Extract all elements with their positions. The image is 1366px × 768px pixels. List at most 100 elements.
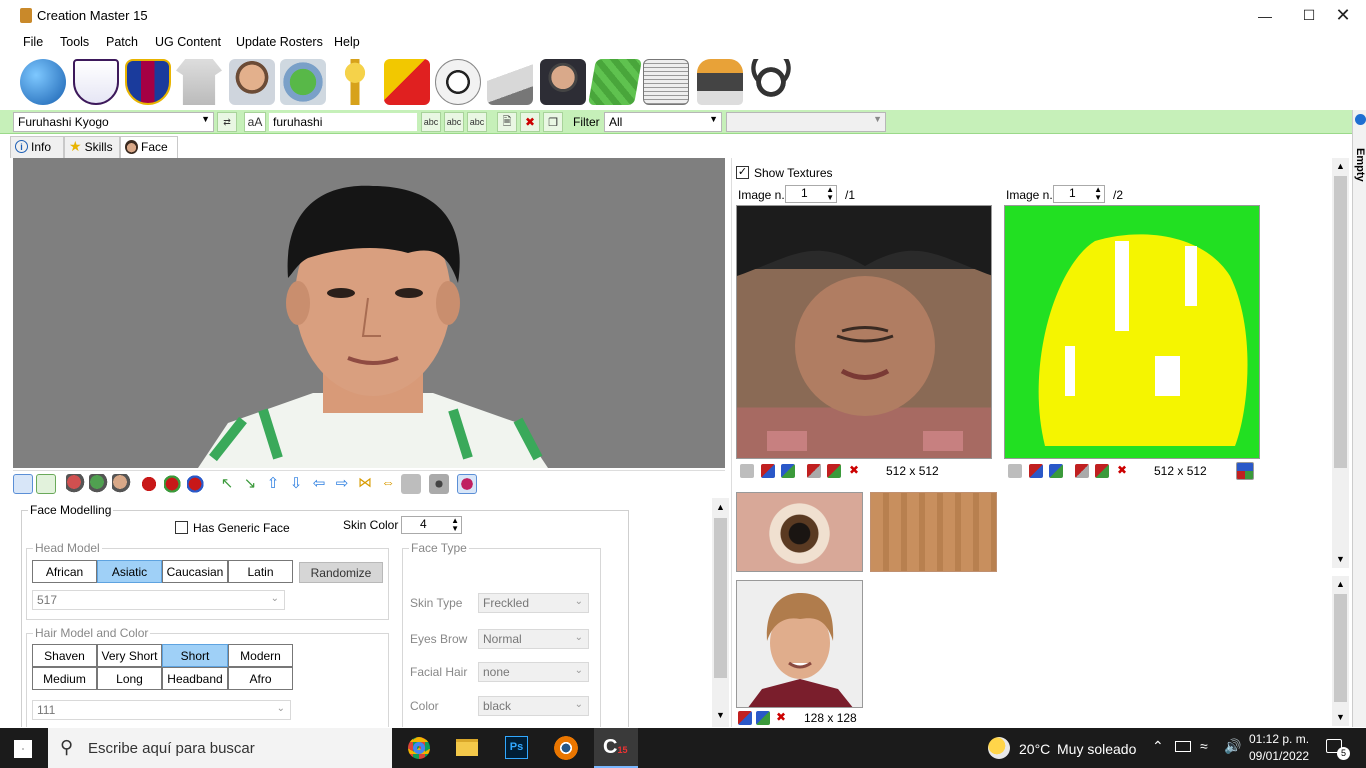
hair-afro-button[interactable]: Afro (228, 667, 293, 690)
left-image-stepper[interactable]: 1 ▲ ▼ (785, 185, 837, 203)
arrow-right-icon[interactable]: ⇨ (332, 474, 352, 494)
start-icon[interactable] (14, 740, 32, 758)
scroll-up-icon[interactable]: ▲ (1336, 579, 1345, 589)
extra-select[interactable]: ▼ (726, 112, 886, 132)
clock-time[interactable]: 01:12 p. m. (1249, 732, 1309, 746)
menu-patch[interactable]: Patch (106, 35, 138, 49)
delete-item-icon[interactable]: ✖ (520, 112, 540, 132)
head-model-select[interactable]: 517 ⌄ (32, 590, 285, 610)
arrow-left-icon[interactable]: ⇦ (309, 474, 329, 494)
view-model-icon[interactable] (457, 474, 477, 494)
scroll-up-icon[interactable]: ▲ (716, 502, 725, 512)
cards-icon[interactable] (384, 59, 430, 105)
menu-update-rosters[interactable]: Update Rosters (236, 35, 323, 49)
skin-color-stepper[interactable]: 4 ▲ ▼ (401, 516, 462, 534)
eye-icon[interactable] (13, 474, 33, 494)
barcelona-crest-icon[interactable] (125, 59, 171, 105)
face-3d-viewport[interactable] (13, 158, 725, 468)
player-portrait-image[interactable] (736, 580, 863, 708)
face-texture-image[interactable] (736, 205, 992, 459)
eyes-brow-select[interactable]: Normal ⌄ (478, 629, 589, 649)
premier-league-icon[interactable] (73, 59, 119, 105)
hair-very-short-button[interactable]: Very Short (97, 644, 162, 667)
refresh-icon[interactable]: ⇄ (217, 112, 237, 132)
hair-headband-button[interactable]: Headband (162, 667, 228, 690)
export-portrait-icon[interactable] (756, 711, 770, 725)
search-input[interactable]: furuhashi (268, 112, 418, 132)
hair-modern-button[interactable]: Modern (228, 644, 293, 667)
import-hair-alpha-icon[interactable] (1075, 464, 1089, 478)
globe-icon[interactable] (20, 59, 66, 105)
tab-face[interactable]: Face (120, 136, 178, 159)
volume-icon[interactable]: 🔊 (1224, 738, 1241, 755)
arrow-down-icon[interactable]: ⇩ (286, 474, 306, 494)
import-portrait-icon[interactable] (738, 711, 752, 725)
player-face-icon[interactable] (229, 59, 275, 105)
file-explorer-icon[interactable] (456, 739, 478, 756)
headphones-icon[interactable] (748, 59, 794, 105)
arrow-down-right-icon[interactable]: ↘ (240, 474, 260, 494)
filter-select[interactable]: All ▼ (604, 112, 722, 132)
menu-tools[interactable]: Tools (60, 35, 89, 49)
export-hair-texture-icon[interactable] (1049, 464, 1063, 478)
weather-sun-icon[interactable] (988, 737, 1010, 759)
wifi-icon[interactable]: ≈ (1200, 738, 1208, 754)
scroll-down-icon[interactable]: ▼ (716, 710, 725, 720)
head-asiatic-button[interactable]: Asiatic (97, 560, 162, 583)
scroll-thumb[interactable] (1334, 176, 1347, 468)
world-cup-trophy-icon[interactable] (332, 59, 378, 105)
lower-pane-scrollbar[interactable]: ▲ ▼ (712, 498, 729, 727)
head-caucasian-button[interactable]: Caucasian (162, 560, 228, 583)
stadium-icon[interactable] (280, 59, 326, 105)
export-texture-icon[interactable] (781, 464, 795, 478)
arrow-up-icon[interactable]: ⇧ (263, 474, 283, 494)
search-first-icon[interactable]: abc (421, 112, 441, 132)
right-image-stepper[interactable]: 1 ▲ ▼ (1053, 185, 1105, 203)
delete-hair-texture-icon[interactable]: ✖ (1115, 464, 1129, 478)
facial-hair-select[interactable]: none ⌄ (478, 662, 589, 682)
goalkeeper-gloves-icon[interactable] (697, 59, 743, 105)
scroll-down-icon[interactable]: ▼ (1336, 554, 1345, 564)
side-panel[interactable]: Empty (1352, 110, 1366, 727)
battery-icon[interactable] (1175, 741, 1191, 752)
kit-shirt-icon[interactable] (176, 59, 222, 105)
color-picker-icon[interactable] (1236, 462, 1254, 480)
head-export-icon[interactable] (112, 474, 132, 494)
skin-type-select[interactable]: Freckled ⌄ (478, 593, 589, 613)
menu-ug-content[interactable]: UG Content (155, 35, 221, 49)
new-item-icon[interactable]: 🗎 (497, 112, 517, 132)
taskbar-search-box[interactable]: ⚲ Escribe aquí para buscar (48, 728, 392, 768)
hair-model-select[interactable]: 111 ⌄ (32, 700, 291, 720)
tab-info[interactable]: i Info (10, 136, 64, 158)
delete-texture-icon[interactable]: ✖ (847, 464, 861, 478)
case-toggle-button[interactable]: aA (244, 112, 266, 132)
blender-icon[interactable] (554, 736, 578, 760)
show-textures-checkbox[interactable]: ✓ (736, 166, 749, 179)
menu-file[interactable]: File (23, 35, 43, 49)
tab-skills[interactable]: ★ Skills (64, 136, 120, 158)
delete-portrait-icon[interactable]: ✖ (774, 711, 788, 725)
hair-shaven-button[interactable]: Shaven (32, 644, 97, 667)
hair-medium-button[interactable]: Medium (32, 667, 97, 690)
save-texture-icon[interactable] (740, 464, 754, 478)
minimize-button[interactable]: — (1242, 0, 1288, 31)
import-hair-texture-icon[interactable] (1029, 464, 1043, 478)
arrow-up-left-icon[interactable]: ↖ (217, 474, 237, 494)
clock-date[interactable]: 09/01/2022 (1249, 749, 1309, 763)
export-hair-alpha-icon[interactable] (1095, 464, 1109, 478)
photoshop-icon[interactable]: Ps (505, 736, 528, 759)
manager-icon[interactable] (540, 59, 586, 105)
textures-upper-scrollbar[interactable]: ▲ ▼ (1332, 158, 1349, 568)
chevron-up-icon[interactable]: ⌃ (1152, 738, 1164, 755)
head-latin-button[interactable]: Latin (228, 560, 293, 583)
hair-texture-image[interactable] (1004, 205, 1260, 459)
search-next-icon[interactable]: abc (467, 112, 487, 132)
hair-import-icon[interactable] (164, 474, 184, 494)
save-hair-texture-icon[interactable] (1008, 464, 1022, 478)
pin-icon[interactable] (1355, 114, 1366, 125)
export-alpha-icon[interactable] (827, 464, 841, 478)
hair-export-icon[interactable] (187, 474, 207, 494)
hair-long-button[interactable]: Long (97, 667, 162, 690)
hair-short-button[interactable]: Short (162, 644, 228, 667)
search-prev-icon[interactable]: abc (444, 112, 464, 132)
